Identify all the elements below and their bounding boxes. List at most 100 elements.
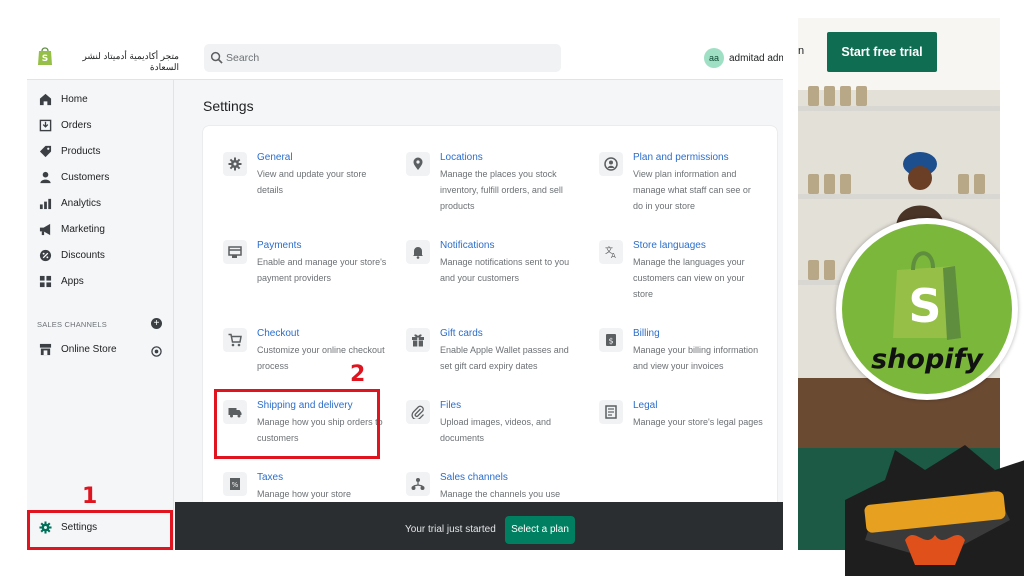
tag-icon bbox=[39, 145, 52, 158]
translate-icon: 文A bbox=[605, 245, 616, 259]
bell-icon bbox=[413, 247, 423, 259]
search-placeholder: Search bbox=[226, 52, 260, 64]
settings-item-tile bbox=[406, 328, 430, 352]
jar bbox=[824, 174, 835, 194]
sidebar-item-label: Marketing bbox=[61, 224, 105, 235]
avatar[interactable]: aa bbox=[704, 48, 724, 68]
settings-item-tile bbox=[599, 400, 623, 424]
settings-item-tile bbox=[406, 240, 430, 264]
sidebar-item-analytics[interactable]: Analytics bbox=[27, 192, 174, 216]
settings-item-title[interactable]: Locations bbox=[440, 152, 483, 163]
badge-fill: S shopify bbox=[842, 224, 1012, 394]
apps-icon bbox=[39, 275, 52, 288]
settings-item-title[interactable]: Checkout bbox=[257, 328, 299, 339]
watermark-logo bbox=[845, 445, 1024, 576]
sidebar-item-label: Apps bbox=[61, 276, 84, 287]
settings-item-title[interactable]: Plan and permissions bbox=[633, 152, 729, 163]
step-1-marker: 1 bbox=[82, 484, 98, 509]
user-name[interactable]: admitad adm bbox=[729, 53, 783, 64]
sidebar-item-products[interactable]: Products bbox=[27, 140, 174, 164]
sidebar-item-orders[interactable]: Orders bbox=[27, 114, 174, 138]
store-icon bbox=[39, 343, 52, 356]
settings-item-tile bbox=[406, 400, 430, 424]
settings-item-tile bbox=[223, 328, 247, 352]
sidebar-item-discounts[interactable]: Discounts bbox=[27, 244, 174, 268]
taxes-icon: % bbox=[230, 478, 240, 490]
svg-text:S: S bbox=[42, 54, 48, 64]
store-name[interactable]: متجر أكاديمية أدميتاد لنشر السعادة bbox=[59, 51, 179, 73]
start-free-trial-button[interactable]: Start free trial bbox=[827, 32, 937, 72]
svg-text:%: % bbox=[232, 481, 239, 489]
main-content: Settings General View and update your st… bbox=[175, 80, 783, 550]
search-input[interactable]: Search bbox=[204, 44, 561, 72]
sales-channels-heading: SALES CHANNELS bbox=[37, 320, 107, 329]
settings-item-tile bbox=[599, 152, 623, 176]
settings-item-title[interactable]: Legal bbox=[633, 400, 657, 411]
person-icon bbox=[40, 171, 51, 184]
settings-item-tile bbox=[223, 152, 247, 176]
shopify-wordmark: shopify bbox=[871, 344, 983, 375]
sidebar: Home Orders Products Customers Analytics… bbox=[27, 80, 174, 550]
settings-item-description: Upload images, videos, and documents bbox=[440, 417, 552, 443]
settings-item-description: Enable Apple Wallet passes and set gift … bbox=[440, 345, 569, 371]
gear-icon bbox=[228, 157, 242, 171]
shelf bbox=[798, 106, 1000, 111]
settings-item-tile: % bbox=[223, 472, 247, 496]
jar bbox=[808, 174, 819, 194]
jar bbox=[856, 86, 867, 106]
add-sales-channel-button[interactable]: + bbox=[151, 318, 162, 329]
home-icon bbox=[39, 93, 52, 106]
eye-icon[interactable] bbox=[151, 346, 162, 357]
settings-item-tile bbox=[406, 472, 430, 496]
settings-item-description: Manage how your store bbox=[257, 489, 352, 499]
gift-icon bbox=[412, 334, 424, 347]
sidebar-item-label: Home bbox=[61, 94, 88, 105]
sidebar-item-apps[interactable]: Apps bbox=[27, 270, 174, 294]
settings-item-title[interactable]: Payments bbox=[257, 240, 301, 251]
sidebar-item-home[interactable]: Home bbox=[27, 88, 174, 112]
settings-item-title[interactable]: Store languages bbox=[633, 240, 706, 251]
jar bbox=[808, 86, 819, 106]
select-plan-button[interactable]: Select a plan bbox=[505, 516, 575, 544]
settings-item-title[interactable]: Gift cards bbox=[440, 328, 483, 339]
profile-icon bbox=[604, 157, 618, 171]
shopkeeper-figure bbox=[896, 152, 944, 228]
settings-item-description: Enable and manage your store's payment p… bbox=[257, 257, 387, 283]
settings-item-description: Manage your store's legal pages bbox=[633, 417, 763, 427]
jar bbox=[824, 86, 835, 106]
settings-item-title[interactable]: Taxes bbox=[257, 472, 283, 483]
settings-item-title[interactable]: Billing bbox=[633, 328, 660, 339]
settings-item-title[interactable]: General bbox=[257, 152, 293, 163]
settings-card: General View and update your store detai… bbox=[203, 126, 777, 546]
settings-item-description: Customize your online checkout process bbox=[257, 345, 385, 371]
sidebar-item-label: Orders bbox=[61, 120, 92, 131]
orders-icon bbox=[39, 119, 52, 132]
screenshot: S متجر أكاديمية أدميتاد لنشر السعادة Sea… bbox=[0, 0, 1024, 576]
sidebar-item-marketing[interactable]: Marketing bbox=[27, 218, 174, 242]
location-pin-icon bbox=[413, 157, 423, 170]
promo-cut-text: n bbox=[798, 45, 805, 57]
shopify-logo-badge: S shopify bbox=[836, 218, 1018, 400]
svg-text:$: $ bbox=[608, 337, 613, 346]
shopify-admin-window: S متجر أكاديمية أدميتاد لنشر السعادة Sea… bbox=[27, 30, 783, 550]
payments-icon bbox=[228, 246, 242, 258]
sidebar-item-customers[interactable]: Customers bbox=[27, 166, 174, 190]
settings-item-title[interactable]: Notifications bbox=[440, 240, 494, 251]
sidebar-item-label: Analytics bbox=[61, 198, 102, 209]
settings-item-tile bbox=[406, 152, 430, 176]
search-icon bbox=[210, 51, 223, 64]
shopify-bag-icon[interactable]: S bbox=[37, 46, 53, 66]
discount-icon bbox=[39, 249, 52, 262]
settings-item-tile: 文A bbox=[599, 240, 623, 264]
settings-item-tile bbox=[223, 240, 247, 264]
sidebar-item-label: Customers bbox=[61, 172, 110, 183]
shipping-highlight-box bbox=[214, 389, 380, 459]
page-title: Settings bbox=[203, 98, 254, 114]
paperclip-icon bbox=[411, 405, 424, 419]
promo-header: n Start free trial bbox=[798, 18, 1000, 90]
settings-item-title[interactable]: Sales channels bbox=[440, 472, 508, 483]
step-2-marker: 2 bbox=[350, 362, 366, 387]
svg-text:S: S bbox=[908, 279, 941, 333]
trial-banner: Your trial just started Select a plan bbox=[175, 502, 783, 550]
settings-item-title[interactable]: Files bbox=[440, 400, 461, 411]
